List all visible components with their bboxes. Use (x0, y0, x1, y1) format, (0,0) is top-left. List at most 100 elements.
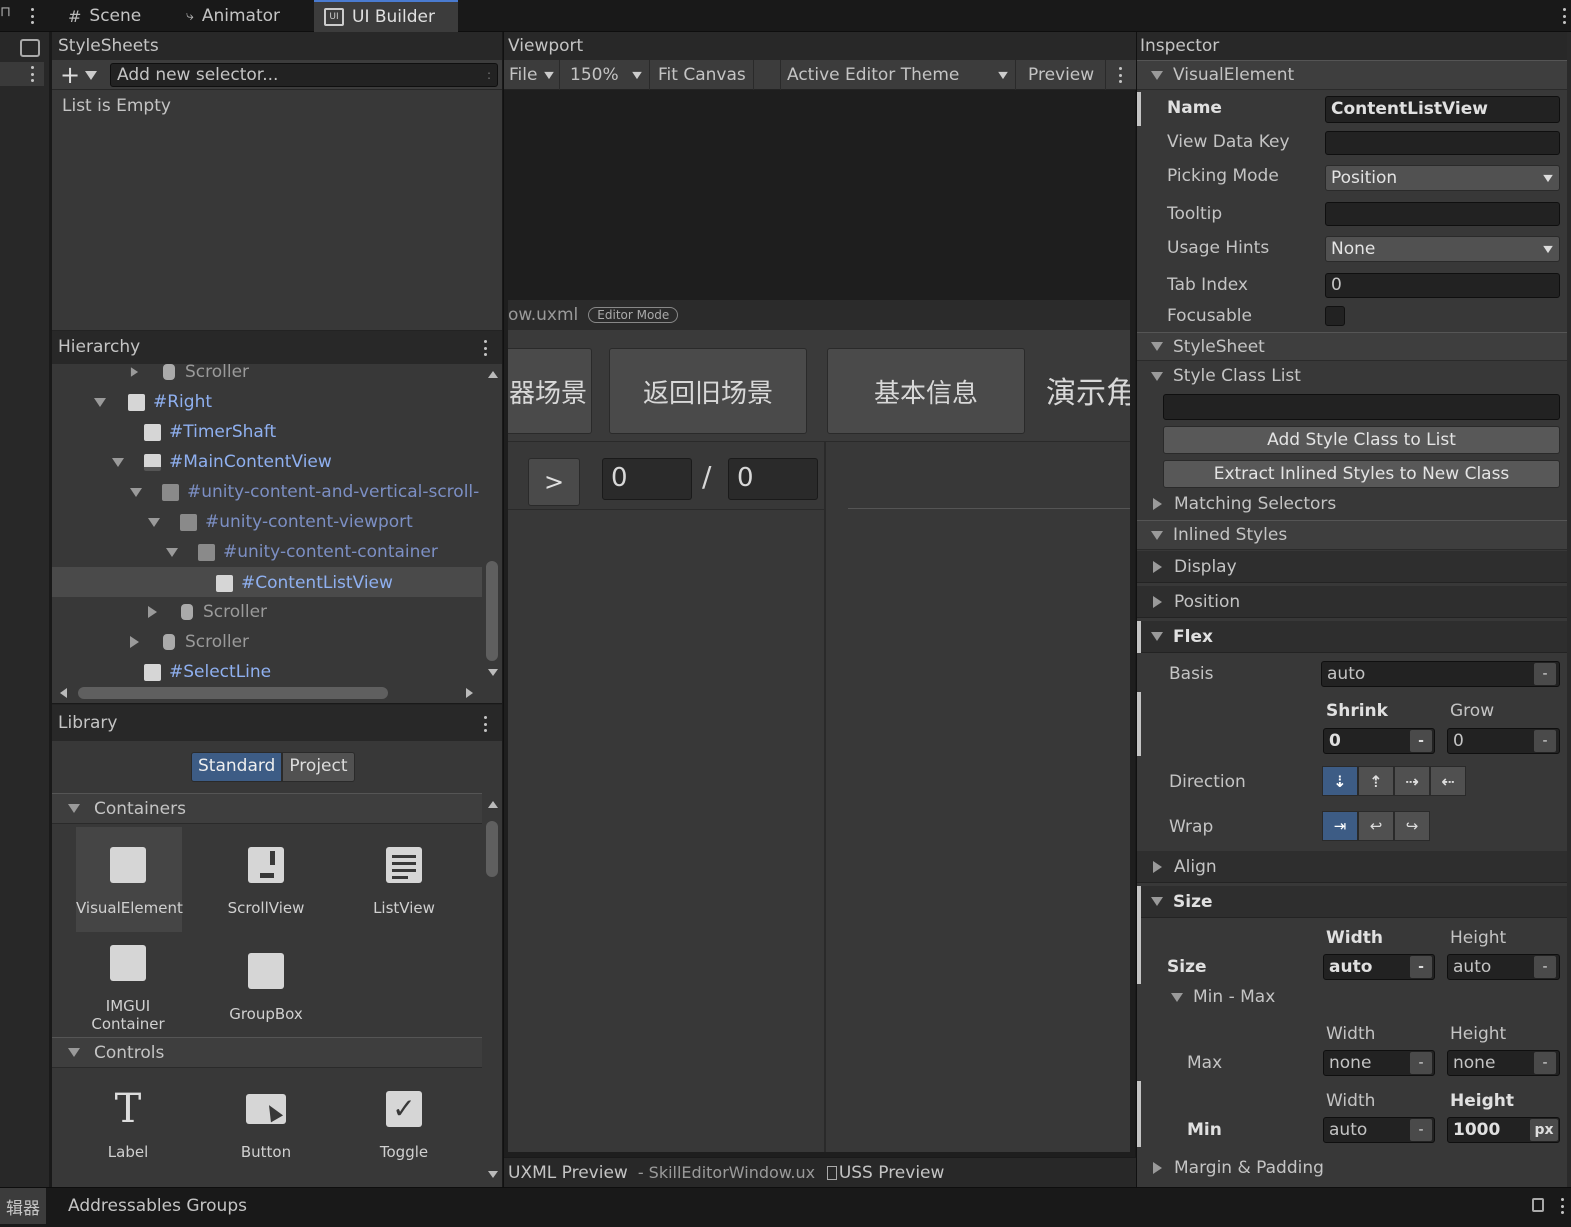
zoom-dropdown[interactable]: 150% (564, 60, 650, 90)
theme-dropdown[interactable]: Active Editor Theme (780, 60, 1016, 90)
picking-mode-dropdown[interactable]: Position (1325, 165, 1560, 191)
expand-icon[interactable] (1153, 1162, 1162, 1174)
selector-options-icon[interactable]: : (487, 68, 491, 82)
expand-icon[interactable] (148, 606, 157, 618)
scroll-left-icon[interactable] (60, 688, 67, 698)
library-item-imgui-container[interactable]: IMGUI Container (76, 943, 180, 1033)
tree-item-selected[interactable]: #ContentListView (52, 567, 482, 597)
collapse-icon[interactable] (1151, 632, 1163, 641)
expand-icon[interactable] (130, 636, 139, 648)
collapse-icon[interactable] (1151, 371, 1163, 381)
library-item-visualelement[interactable]: VisualElement (76, 845, 183, 917)
tree-item[interactable]: Scroller (148, 597, 267, 627)
library-menu-icon[interactable] (483, 716, 487, 732)
tab-editor[interactable]: 辑器 (0, 1188, 46, 1224)
library-item-button[interactable]: Button (214, 1089, 318, 1161)
name-field[interactable]: ContentListView (1325, 96, 1560, 123)
flex-section[interactable]: Flex (1137, 621, 1567, 653)
collapse-icon[interactable] (166, 547, 178, 557)
add-style-class-button[interactable]: Add Style Class to List (1163, 426, 1560, 454)
direction-row-reverse-icon[interactable]: ⇠ (1430, 766, 1466, 796)
tree-item[interactable]: #TimerShaft (144, 417, 276, 447)
visual-element-section[interactable]: VisualElement (1137, 60, 1567, 90)
grow-unit-button[interactable]: - (1534, 730, 1556, 752)
uxml-preview-label[interactable]: UXML Preview (504, 1163, 628, 1183)
collapse-icon[interactable] (1171, 992, 1183, 1002)
min-max-header[interactable]: Min - Max (1171, 987, 1275, 1007)
library-item-scrollview[interactable]: ScrollView (214, 845, 318, 917)
tab-animator[interactable]: ⤷ Animator (180, 0, 286, 32)
scroll-up-icon[interactable] (488, 371, 498, 378)
position-section[interactable]: Position (1137, 586, 1567, 618)
add-stylesheet-button[interactable]: + (60, 62, 106, 88)
collapse-icon[interactable] (112, 457, 124, 467)
stylesheet-section[interactable]: StyleSheet (1137, 332, 1567, 361)
fit-canvas-button[interactable]: Fit Canvas (652, 60, 754, 90)
collapse-icon[interactable] (1151, 70, 1163, 80)
library-vscrollbar[interactable] (484, 799, 500, 1185)
more-icon[interactable] (30, 8, 34, 24)
preview-button[interactable]: Preview (1020, 60, 1106, 90)
collapse-icon[interactable] (1151, 342, 1163, 351)
expand-icon[interactable] (1153, 560, 1162, 573)
expand-icon[interactable] (1153, 595, 1162, 608)
scroll-down-icon[interactable] (488, 1171, 498, 1178)
tree-item[interactable]: Scroller (130, 364, 249, 387)
library-item-groupbox[interactable]: GroupBox (214, 951, 318, 1023)
tab-ui-builder[interactable]: UI UI Builder (314, 0, 458, 32)
hierarchy-hscrollbar[interactable] (52, 684, 482, 702)
bottom-menu-icon[interactable] (1560, 1198, 1564, 1214)
view-data-key-field[interactable] (1325, 131, 1560, 155)
window-menu-icon[interactable] (1562, 8, 1566, 24)
next-page-button[interactable]: > (528, 458, 580, 506)
expand-icon[interactable] (1153, 498, 1162, 510)
collapse-icon[interactable] (130, 487, 142, 497)
collapse-icon[interactable] (94, 397, 106, 407)
max-height-field[interactable]: none - (1447, 1050, 1560, 1076)
tooltip-field[interactable] (1325, 202, 1560, 226)
library-item-toggle[interactable]: ✓ Toggle (352, 1089, 456, 1161)
tree-item[interactable]: #SelectLine (144, 657, 271, 682)
hierarchy-menu-icon[interactable] (483, 340, 487, 356)
direction-column-icon[interactable]: ⇣ (1322, 766, 1358, 796)
max-height-unit-button[interactable]: - (1534, 1052, 1556, 1074)
basis-unit-button[interactable]: - (1534, 663, 1556, 685)
align-section[interactable]: Align (1137, 851, 1567, 883)
library-item-label-control[interactable]: T Label (76, 1086, 180, 1161)
direction-row-icon[interactable]: ⇢ (1394, 766, 1430, 796)
current-page-field[interactable]: 0 (602, 458, 692, 500)
basis-field[interactable]: auto - (1321, 661, 1560, 687)
max-width-unit-button[interactable]: - (1410, 1052, 1432, 1074)
size-section[interactable]: Size (1137, 886, 1567, 918)
expand-icon[interactable] (130, 367, 139, 377)
extract-inlined-button[interactable]: Extract Inlined Styles to New Class (1163, 460, 1560, 488)
max-width-field[interactable]: none - (1323, 1050, 1435, 1076)
grow-field[interactable]: 0 - (1447, 728, 1560, 754)
tab-standard[interactable]: Standard (191, 752, 283, 782)
scroll-down-icon[interactable] (488, 669, 498, 676)
min-height-field[interactable]: 1000 px (1447, 1117, 1560, 1143)
canvas-button[interactable]: 返回旧场景 (609, 348, 807, 434)
style-class-list-header[interactable]: Style Class List (1137, 362, 1567, 390)
style-class-input[interactable] (1163, 394, 1560, 420)
tree-item[interactable]: #unity-content-viewport (148, 507, 413, 537)
size-height-unit-button[interactable]: - (1534, 956, 1556, 978)
file-menu[interactable]: File (504, 60, 560, 90)
uss-preview-label[interactable]: USS Preview (839, 1163, 945, 1183)
tab-scene[interactable]: # Scene (58, 0, 151, 32)
copy-icon[interactable] (826, 1165, 837, 1180)
usage-hints-dropdown[interactable]: None (1325, 236, 1560, 262)
tree-item[interactable]: #MainContentView (112, 447, 332, 477)
tree-item[interactable]: Scroller (130, 627, 249, 657)
controls-section-header[interactable]: Controls (52, 1037, 482, 1068)
library-item-listview[interactable]: ListView (352, 845, 456, 917)
viewport-menu-icon[interactable] (1118, 67, 1122, 83)
collapse-icon[interactable] (68, 804, 80, 813)
size-width-field[interactable]: auto - (1323, 954, 1435, 980)
canvas-button[interactable]: 基本信息 (827, 348, 1025, 434)
size-height-field[interactable]: auto - (1447, 954, 1560, 980)
direction-column-reverse-icon[interactable]: ⇡ (1358, 766, 1394, 796)
min-width-unit-button[interactable]: - (1410, 1119, 1432, 1141)
shrink-unit-button[interactable]: - (1410, 730, 1432, 752)
matching-selectors-header[interactable]: Matching Selectors (1137, 490, 1567, 518)
